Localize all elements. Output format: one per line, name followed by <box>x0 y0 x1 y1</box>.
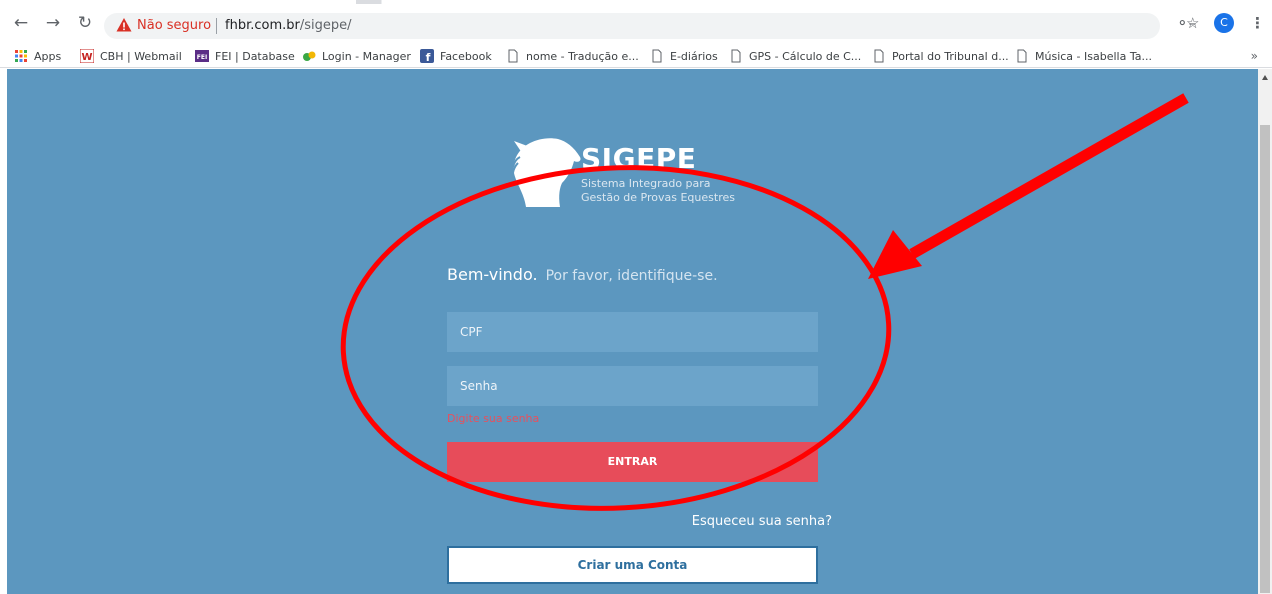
bookmark-e-diarios[interactable]: E-diários <box>650 49 718 65</box>
svg-text:f: f <box>426 51 431 63</box>
address-separator <box>216 18 217 34</box>
horse-head-logo-icon <box>511 138 581 207</box>
page-icon <box>731 49 741 63</box>
manager-icon <box>303 51 316 61</box>
address-bar[interactable]: Não seguro fhbr.com.br/sigepe/ <box>104 13 1160 39</box>
login-submit-button[interactable]: ENTRAR <box>447 442 818 482</box>
url-text[interactable]: fhbr.com.br/sigepe/ <box>225 18 352 33</box>
bookmark-login-manager[interactable]: Login - Manager <box>302 49 411 65</box>
security-label[interactable]: Não seguro <box>137 18 211 33</box>
logo-title: SIGEPE <box>581 142 697 175</box>
page-icon <box>652 49 662 63</box>
back-arrow-icon[interactable]: ← <box>12 14 30 32</box>
forgot-password-link[interactable]: Esqueceu sua senha? <box>692 514 832 529</box>
url-host: fhbr.com.br <box>225 18 300 33</box>
create-account-button[interactable]: Criar uma Conta <box>447 546 818 584</box>
webmail-w-icon: W <box>80 49 94 63</box>
bookmark-label: CBH | Webmail <box>100 50 182 63</box>
bookmark-cbh-webmail[interactable]: W CBH | Webmail <box>80 49 182 65</box>
page-icon <box>874 49 884 63</box>
welcome-subtext: Por favor, identifique-se. <box>545 268 718 284</box>
bookmark-label: GPS - Cálculo de C... <box>749 50 862 63</box>
fei-icon: FEI <box>195 50 209 62</box>
star-icon[interactable]: ☆ <box>1186 14 1199 32</box>
forward-arrow-icon[interactable]: → <box>44 14 62 32</box>
apps-grid-icon <box>15 50 27 62</box>
svg-text:FEI: FEI <box>197 54 207 61</box>
bookmark-label: E-diários <box>670 50 718 63</box>
password-input[interactable]: Senha <box>447 366 818 406</box>
bookmark-label: Portal do Tribunal d... <box>892 50 1009 63</box>
browser-toolbar: ← → ↻ Não seguro fhbr.com.br/sigepe/ ⚬– … <box>0 0 1272 46</box>
facebook-icon: f <box>420 49 434 63</box>
logo-subtitle-line2: Gestão de Provas Equestres <box>581 191 735 204</box>
menu-dots-icon[interactable]: ⋮ <box>1250 14 1265 32</box>
scroll-thumb[interactable] <box>1260 125 1270 593</box>
welcome-text: Bem-vindo. <box>447 265 538 284</box>
bookmark-label: nome - Tradução e... <box>526 50 639 63</box>
bookmark-nome-traducao[interactable]: nome - Tradução e... <box>506 49 639 65</box>
reload-icon[interactable]: ↻ <box>76 14 94 32</box>
bookmark-label: Login - Manager <box>322 50 411 63</box>
bookmarks-bar: Apps W CBH | Webmail FEI FEI | Database … <box>0 46 1272 68</box>
login-page: SIGEPE Sistema Integrado para Gestão de … <box>7 69 1258 594</box>
bookmark-label: Apps <box>34 50 62 63</box>
bookmark-label: Facebook <box>440 50 492 63</box>
url-path: /sigepe/ <box>299 18 352 33</box>
bookmark-facebook[interactable]: f Facebook <box>420 49 492 65</box>
bookmark-musica[interactable]: Música - Isabella Ta... <box>1015 49 1152 65</box>
logo-subtitle-line1: Sistema Integrado para <box>581 177 711 190</box>
bookmark-label: Música - Isabella Ta... <box>1035 50 1152 63</box>
svg-text:W: W <box>81 52 92 63</box>
cpf-input[interactable]: CPF <box>447 312 818 352</box>
tab-strip-edge <box>0 0 1272 4</box>
bookmark-portal-tribunal[interactable]: Portal do Tribunal d... <box>872 49 1009 65</box>
bookmark-gps-calculo[interactable]: GPS - Cálculo de C... <box>729 49 861 65</box>
page-scrollbar[interactable] <box>1258 69 1272 594</box>
page-icon <box>1017 49 1027 63</box>
more-bookmarks-icon[interactable]: » <box>1251 49 1258 63</box>
bookmark-apps[interactable]: Apps <box>14 49 61 65</box>
bookmark-fei-database[interactable]: FEI FEI | Database <box>195 49 295 65</box>
bookmark-label: FEI | Database <box>215 50 295 63</box>
warning-icon <box>116 18 132 32</box>
profile-avatar[interactable]: C <box>1214 13 1234 33</box>
password-error-message: Digite sua senha <box>447 412 540 425</box>
page-icon <box>508 49 518 63</box>
welcome-heading: Bem-vindo. Por favor, identifique-se. <box>447 265 718 284</box>
scroll-up-arrow-icon[interactable] <box>1262 75 1268 80</box>
